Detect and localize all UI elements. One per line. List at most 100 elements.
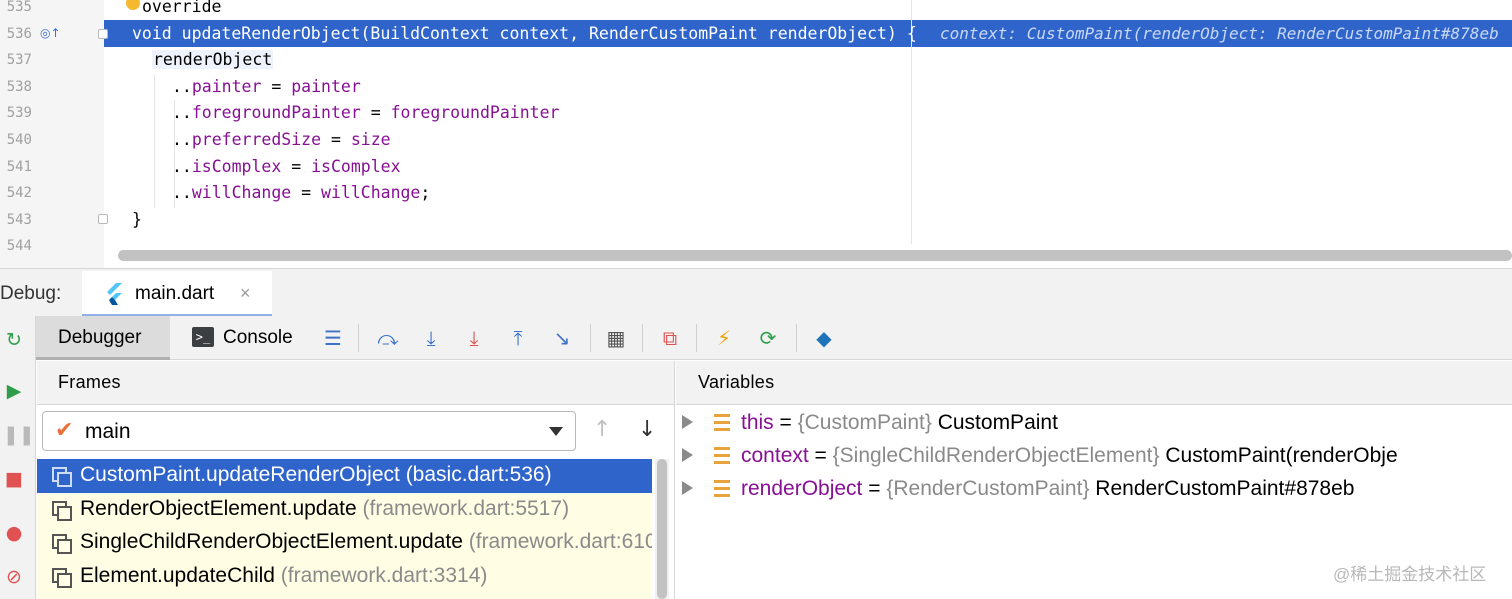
debug-tool-window-header: Debug: main.dart ×: [0, 268, 1512, 317]
frame-location: (framework.dart:6101): [468, 530, 652, 553]
code-value: painter: [291, 76, 361, 96]
debugger-toolbar: Debugger >_ Console ☰ ⤼ ⤓ ⤓ ⤒ ↘ ▦ ⧉ ⚡ ⟳ …: [36, 316, 1512, 360]
variable-name: context: [741, 444, 809, 467]
hot-restart-icon[interactable]: ⟳: [754, 324, 782, 352]
variable-type: {SingleChildRenderObjectElement}: [832, 444, 1160, 467]
toolbar-separator: [696, 324, 697, 352]
frame-item[interactable]: CustomPaint.updateRenderObject (basic.da…: [37, 459, 652, 493]
variable-row[interactable]: context = {SingleChildRenderObjectElemen…: [676, 443, 1512, 476]
code-text: override: [142, 0, 222, 16]
tab-main-dart[interactable]: main.dart ×: [82, 271, 272, 317]
code-prefix: ..: [172, 156, 192, 176]
code-line: 541 ..isComplex = isComplex: [0, 154, 1512, 181]
force-step-into-icon[interactable]: ⤓: [460, 324, 488, 352]
tab-debugger[interactable]: Debugger: [36, 316, 170, 360]
field-icon: [714, 480, 730, 497]
code-text: }: [132, 209, 142, 229]
frame-icon: [52, 500, 72, 521]
code-line: 538 ..painter = painter: [0, 74, 1512, 101]
code-text: void updateRenderObject(BuildContext con…: [132, 23, 917, 43]
mute-breakpoints-icon[interactable]: ⊘: [3, 566, 25, 588]
code-field: painter: [191, 76, 262, 96]
variable-row[interactable]: this = {CustomPaint} CustomPaint: [676, 410, 1512, 443]
variable-value: RenderCustomPaint#878eb: [1089, 477, 1355, 500]
tab-label: Console: [223, 327, 293, 348]
variable-name: this: [741, 411, 774, 434]
variable-row[interactable]: renderObject = {RenderCustomPaint} Rende…: [676, 476, 1512, 509]
frame-icon: [52, 567, 72, 588]
code-prefix: ..: [172, 103, 192, 123]
tab-label: Debugger: [58, 327, 142, 348]
next-frame-icon[interactable]: ↓: [638, 417, 656, 442]
dart-devtools-icon[interactable]: ◆: [810, 324, 838, 352]
code-op: =: [360, 103, 391, 123]
line-number: 543: [6, 211, 32, 228]
line-number: 538: [6, 78, 32, 95]
code-line: 542 ..willChange = willChange;: [0, 180, 1512, 207]
frame-location: (basic.dart:536): [399, 463, 552, 486]
chevron-down-icon: [549, 427, 563, 436]
drop-frame-icon[interactable]: ⧉: [656, 324, 684, 352]
field-icon: [714, 414, 730, 431]
code-op: =: [261, 76, 292, 96]
code-op: =: [281, 156, 312, 176]
code-field: foregroundPainter: [191, 103, 361, 123]
previous-frame-icon[interactable]: ↑: [593, 417, 611, 442]
line-number: 541: [6, 158, 32, 175]
expand-arrow-icon[interactable]: [682, 481, 693, 495]
debug-side-toolbar: ↻ ▶ ❚❚ ■ ● ⊘: [0, 316, 36, 599]
toolbar-separator: [590, 324, 591, 352]
scrollbar-thumb[interactable]: [657, 459, 667, 599]
frame-item[interactable]: RenderObjectElement.update (framework.da…: [37, 493, 652, 527]
variable-type: {CustomPaint}: [797, 411, 932, 434]
editor-horizontal-scrollbar[interactable]: [118, 250, 1512, 261]
rerun-icon[interactable]: ↻: [3, 329, 25, 351]
frame-item[interactable]: Element.updateChild (framework.dart:3314…: [37, 560, 652, 594]
debug-label: Debug:: [0, 283, 62, 304]
frames-header: Frames: [37, 361, 674, 405]
variables-header: Variables: [676, 361, 1512, 405]
step-over-icon[interactable]: ⤼: [374, 324, 402, 352]
code-line: 537 renderObject: [0, 47, 1512, 74]
code-editor[interactable]: ◎↑ 535 override 536 void updateRenderObj…: [0, 0, 1512, 268]
frame-list: CustomPaint.updateRenderObject (basic.da…: [37, 459, 652, 599]
frames-scrollbar[interactable]: [655, 459, 669, 599]
evaluate-expression-icon[interactable]: ▦: [602, 324, 630, 352]
thread-selected-value: main: [85, 420, 131, 443]
hot-reload-icon[interactable]: ⚡: [710, 324, 738, 352]
code-value: isComplex: [311, 156, 401, 176]
code-line: 540 ..preferredSize = size: [0, 127, 1512, 154]
code-line: 535 override: [0, 0, 1512, 21]
expand-arrow-icon[interactable]: [682, 415, 693, 429]
pause-icon[interactable]: ❚❚: [3, 424, 35, 446]
frames-panel: Frames ✔ main ↑ ↓ CustomPaint.updateRend…: [37, 361, 675, 599]
run-to-cursor-icon[interactable]: ↘: [548, 324, 576, 352]
stop-icon[interactable]: ■: [3, 468, 25, 490]
toolbar-separator: [642, 324, 643, 352]
line-number: 535: [6, 0, 32, 15]
code-prefix: ..: [172, 183, 192, 203]
console-icon: >_: [192, 327, 214, 347]
show-execution-point-icon[interactable]: ☰: [319, 324, 347, 352]
panel-title: Frames: [58, 372, 121, 392]
resume-icon[interactable]: ▶: [3, 380, 25, 402]
step-into-icon[interactable]: ⤓: [417, 324, 445, 352]
watermark: @稀土掘金技术社区: [1333, 565, 1487, 584]
code-suffix: ;: [420, 183, 431, 203]
code-prefix: ..: [172, 76, 192, 96]
frame-item[interactable]: SingleChildRenderObjectElement.update (f…: [37, 526, 652, 560]
tab-console[interactable]: >_ Console: [186, 316, 308, 360]
frame-location: (framework.dart:3314): [274, 563, 488, 587]
expand-arrow-icon[interactable]: [682, 448, 693, 462]
code-value: foregroundPainter: [390, 103, 560, 123]
line-number: 536: [6, 25, 32, 42]
step-out-icon[interactable]: ⤒: [504, 324, 532, 352]
close-icon[interactable]: ×: [240, 283, 251, 304]
code-value: size: [350, 130, 391, 149]
toolbar-separator: [358, 324, 359, 352]
thread-dropdown[interactable]: ✔ main: [42, 411, 576, 451]
frame-icon: [52, 534, 72, 554]
view-breakpoints-icon[interactable]: ●: [3, 522, 25, 544]
code-line: 539 ..foregroundPainter = foregroundPain…: [0, 100, 1512, 127]
code-line: 543 }: [0, 207, 1512, 234]
